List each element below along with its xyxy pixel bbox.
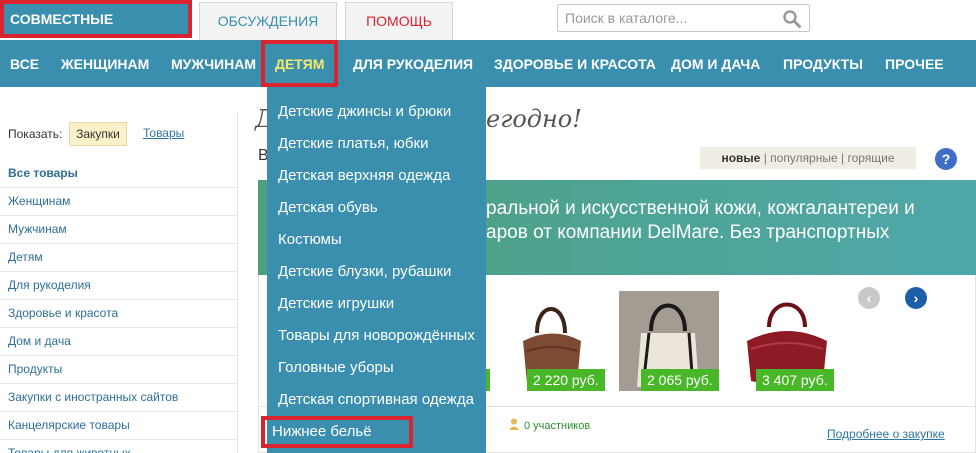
category-item[interactable]: Для рукоделия bbox=[0, 272, 238, 300]
nav-item-food[interactable]: ПРОДУКТЫ bbox=[783, 40, 863, 87]
search-input[interactable]: Поиск в каталоге... bbox=[557, 4, 810, 32]
search-icon[interactable] bbox=[783, 10, 801, 28]
category-item[interactable]: Дом и дача bbox=[0, 328, 238, 356]
tab-discussions[interactable]: ОБСУЖДЕНИЯ bbox=[199, 2, 337, 40]
nav-item-all[interactable]: ВСЕ bbox=[10, 40, 39, 87]
dropdown-item-underwear[interactable]: Нижнее бельё bbox=[261, 416, 413, 448]
show-goods-link[interactable]: Товары bbox=[143, 126, 184, 140]
dropdown-item[interactable]: Детская спортивная одежда bbox=[267, 384, 486, 416]
category-list: Все товары Женщинам Мужчинам Детям Для р… bbox=[0, 160, 238, 453]
category-item[interactable]: Мужчинам bbox=[0, 216, 238, 244]
top-bar: СОВМЕСТНЫЕ ПОКУПКИ: ОБСУЖДЕНИЯ ПОМОЩЬ По… bbox=[0, 0, 976, 57]
sidebar: Показать: Закупки Товары Все товары Женщ… bbox=[0, 112, 238, 453]
main-nav: ВСЕ ЖЕНЩИНАМ МУЖЧИНАМ ДЕТЯМ ДЛЯ РУКОДЕЛИ… bbox=[0, 40, 976, 87]
category-item[interactable]: Канцелярские товары bbox=[0, 412, 238, 440]
price-badge: 2 220 руб. bbox=[527, 369, 605, 391]
show-purchases-toggle[interactable]: Закупки bbox=[69, 122, 127, 146]
dropdown-item[interactable]: Детские блузки, рубашки bbox=[267, 256, 486, 288]
nav-item-women[interactable]: ЖЕНЩИНАМ bbox=[61, 40, 149, 87]
dropdown-item[interactable]: Детская обувь bbox=[267, 192, 486, 224]
dropdown-item[interactable]: Головные уборы bbox=[267, 352, 486, 384]
kids-dropdown-menu: Детские джинсы и брюки Детские платья, ю… bbox=[261, 87, 486, 453]
price-badge: 3 407 руб. bbox=[756, 369, 834, 391]
category-item[interactable]: Товары для животных bbox=[0, 440, 238, 453]
sort-switcher: новые | популярные | горящие bbox=[700, 147, 916, 169]
show-label: Показать: bbox=[8, 127, 63, 141]
category-item[interactable]: Детям bbox=[0, 244, 238, 272]
nav-item-home[interactable]: ДОМ И ДАЧА bbox=[671, 40, 760, 87]
dropdown-item[interactable]: Детские игрушки bbox=[267, 288, 486, 320]
user-icon bbox=[509, 418, 519, 430]
promo-line-1: ральной и искусственной кожи, кожгаланте… bbox=[486, 198, 915, 219]
sort-popular[interactable]: популярные bbox=[770, 151, 838, 165]
category-item[interactable]: Женщинам bbox=[0, 188, 238, 216]
category-item[interactable]: Продукты bbox=[0, 356, 238, 384]
price-badge: 2 065 руб. bbox=[641, 369, 719, 391]
nav-item-health[interactable]: ЗДОРОВЬЕ И КРАСОТА bbox=[494, 40, 656, 87]
help-icon[interactable]: ? bbox=[935, 148, 957, 170]
carousel-next-icon[interactable]: › bbox=[905, 287, 927, 309]
carousel-prev-icon[interactable]: ‹ bbox=[858, 287, 880, 309]
nav-item-other[interactable]: ПРОЧЕЕ bbox=[885, 40, 944, 87]
dropdown-spacer bbox=[267, 87, 486, 96]
brand-label[interactable]: СОВМЕСТНЫЕ ПОКУПКИ: bbox=[0, 0, 192, 57]
dropdown-item[interactable]: Детские платья, юбки bbox=[267, 128, 486, 160]
nav-item-men[interactable]: МУЖЧИНАМ bbox=[171, 40, 256, 87]
promo-line-2: аров от компании DelMare. Без транспортн… bbox=[486, 222, 890, 243]
dropdown-item[interactable]: Товары для новорождённых bbox=[267, 320, 486, 352]
category-all[interactable]: Все товары bbox=[0, 160, 238, 188]
dropdown-item[interactable]: Костюмы bbox=[267, 224, 486, 256]
category-item[interactable]: Закупки с иностранных сайтов bbox=[0, 384, 238, 412]
dropdown-item[interactable]: Детские джинсы и брюки bbox=[267, 96, 486, 128]
purchase-details-link[interactable]: Подробнее о закупке bbox=[827, 427, 945, 441]
dropdown-item[interactable]: Детская верхняя одежда bbox=[267, 160, 486, 192]
nav-item-crafts[interactable]: ДЛЯ РУКОДЕЛИЯ bbox=[353, 40, 473, 87]
tab-help[interactable]: ПОМОЩЬ bbox=[345, 2, 453, 40]
page-title-right: егодно! bbox=[486, 105, 582, 133]
sort-new[interactable]: новые bbox=[721, 151, 760, 165]
category-item[interactable]: Здоровье и красота bbox=[0, 300, 238, 328]
nav-item-kids[interactable]: ДЕТЯМ bbox=[261, 40, 339, 87]
sort-hot[interactable]: горящие bbox=[847, 151, 894, 165]
participants-count: 0 участников bbox=[524, 420, 591, 432]
promo-text: ральной и искусственной кожи, кожгаланте… bbox=[486, 197, 966, 245]
search-placeholder: Поиск в каталоге... bbox=[565, 10, 688, 26]
